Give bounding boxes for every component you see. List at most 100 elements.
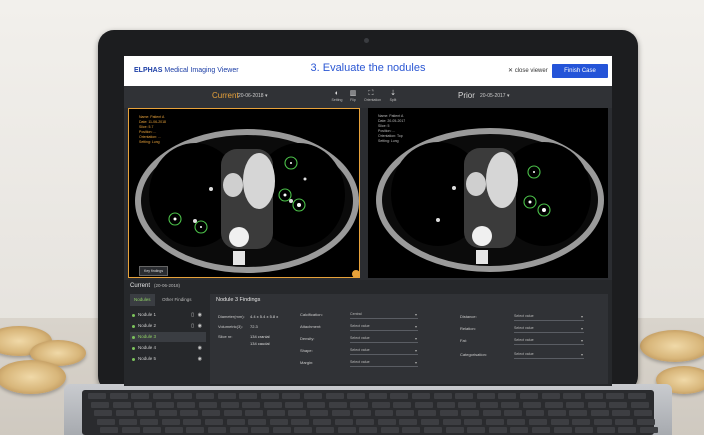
keyboard-key bbox=[482, 410, 501, 416]
current-ct-viewer[interactable]: Name: Patient A Date: 11-06-2018 Slice: … bbox=[128, 108, 360, 278]
eye-icon[interactable]: ◉ bbox=[198, 343, 202, 353]
findings-panel: Current (20-06-2018) Nodules Other Findin… bbox=[124, 280, 612, 386]
prior-scan-overlay: Name: Patient A Date: 20-05-2017 Slice: … bbox=[378, 114, 406, 143]
keyboard-key bbox=[467, 427, 486, 433]
keyboard-key bbox=[637, 418, 655, 425]
contrast-icon: ◐ bbox=[334, 90, 340, 97]
keyboard-key bbox=[541, 393, 560, 399]
keyboard-key bbox=[566, 401, 585, 408]
keyboard-key bbox=[461, 410, 480, 416]
keyboard-key bbox=[112, 401, 131, 408]
keyboard-key bbox=[606, 393, 625, 399]
categorisation-label: Categorisation: bbox=[460, 352, 487, 357]
attachment-select[interactable]: Select value ▾ bbox=[350, 323, 418, 331]
app-header: ELPHAS Medical Imaging Viewer 3. Evaluat… bbox=[124, 56, 612, 86]
split-tool[interactable]: ⇣ Split bbox=[386, 89, 400, 102]
keyboard-key bbox=[523, 401, 541, 408]
setting-tool[interactable]: ◐ Setting bbox=[330, 89, 344, 102]
flip-tool[interactable]: ▥ Flip bbox=[346, 89, 360, 102]
keyboard-key bbox=[91, 401, 109, 408]
trash-icon[interactable]: ▯ bbox=[191, 321, 194, 331]
chevron-down-icon: ▾ bbox=[580, 314, 583, 319]
keyboard-key bbox=[260, 393, 279, 399]
tab-nodules[interactable]: Nodules bbox=[130, 294, 155, 306]
attachment-label: Attachment: bbox=[300, 324, 322, 329]
keyboard-key bbox=[334, 418, 353, 425]
keyboard-key bbox=[248, 418, 267, 425]
status-dot bbox=[132, 358, 135, 361]
keyboard-key bbox=[109, 393, 128, 399]
panel-tabs: Nodules Other Findings bbox=[130, 294, 204, 306]
close-viewer-button[interactable]: ✕ close viewer bbox=[508, 67, 548, 74]
keyboard-key bbox=[307, 401, 325, 408]
keyboard-key bbox=[488, 427, 507, 433]
eye-icon[interactable]: ◉ bbox=[198, 354, 202, 364]
margin-select[interactable]: Select value ▾ bbox=[350, 359, 418, 367]
keyboard-key bbox=[294, 427, 313, 433]
keyboard-key bbox=[507, 418, 526, 425]
eye-icon[interactable]: ◉ bbox=[198, 321, 202, 331]
keyboard-key bbox=[291, 418, 310, 425]
keyboard-key bbox=[202, 410, 220, 416]
keyboard-key bbox=[242, 401, 261, 408]
prior-date-dropdown[interactable]: 20-05-2017 ▾ bbox=[480, 93, 509, 99]
chevron-down-icon: ▾ bbox=[580, 338, 583, 343]
keyboard-key bbox=[220, 401, 239, 408]
keyboard-key bbox=[424, 427, 442, 433]
keyboard-key bbox=[325, 393, 344, 399]
keyboard-key bbox=[399, 418, 418, 425]
slice-label: Slice nr: bbox=[218, 334, 233, 339]
viewer-toolbar: Current 20-06-2018 ▾ ◐ Setting ▥ Flip ⛶ Ori… bbox=[124, 86, 612, 108]
keyboard-key bbox=[217, 393, 236, 399]
keyboard-key bbox=[612, 410, 631, 416]
finish-case-button[interactable]: Finish Case bbox=[552, 64, 608, 78]
status-dot bbox=[132, 336, 135, 339]
current-date-dropdown[interactable]: 20-06-2018 ▾ bbox=[238, 93, 267, 99]
keyboard-key bbox=[140, 418, 159, 425]
prior-study-label: Prior bbox=[458, 91, 475, 100]
keyboard-key bbox=[498, 393, 517, 399]
shape-label: Shape: bbox=[300, 348, 313, 353]
nodule-list-item[interactable]: Nodule 5 ◉ bbox=[130, 354, 206, 364]
keyboard-key bbox=[368, 393, 387, 399]
orientation-tool[interactable]: ⛶ Orientation bbox=[364, 89, 381, 102]
keyboard-key bbox=[374, 410, 393, 416]
link-icon[interactable] bbox=[352, 270, 359, 277]
chevron-down-icon: ▾ bbox=[580, 326, 583, 331]
prior-ct-viewer[interactable]: Name: Patient A Date: 20-05-2017 Slice: … bbox=[368, 108, 608, 278]
nodule-list-item[interactable]: Nodule 2 ▯ ◉ bbox=[130, 321, 206, 331]
trash-icon[interactable]: ▯ bbox=[191, 310, 194, 320]
keyboard-key bbox=[393, 401, 412, 408]
fat-select[interactable]: Select value ▾ bbox=[514, 337, 584, 345]
keyboard-key bbox=[504, 410, 523, 416]
keyboard-key bbox=[205, 418, 223, 425]
panel-title: Current (20-06-2018) bbox=[130, 283, 181, 289]
nodule-list-item-selected[interactable]: Nodule 3 bbox=[130, 332, 206, 342]
keyboard-key bbox=[510, 427, 529, 433]
relation-select[interactable]: Select value ▾ bbox=[514, 325, 584, 333]
keyboard-key bbox=[584, 393, 603, 399]
keyboard-key bbox=[390, 393, 409, 399]
tab-other-findings[interactable]: Other Findings bbox=[158, 294, 196, 306]
nodule-list-item[interactable]: Nodule 1 ▯ ◉ bbox=[130, 310, 206, 320]
keyboard-key bbox=[226, 418, 245, 425]
calcification-select[interactable]: Central ▾ bbox=[350, 311, 418, 319]
keyboard-key bbox=[208, 427, 226, 433]
volume-label: Volumetric(3): bbox=[218, 324, 243, 329]
keyboard-key bbox=[634, 410, 652, 416]
keyboard-key bbox=[251, 427, 270, 433]
eye-icon[interactable]: ◉ bbox=[198, 310, 202, 320]
key-findings-button[interactable]: Key findings bbox=[139, 266, 169, 276]
wood-slice bbox=[640, 330, 704, 362]
distance-select[interactable]: Select value ▾ bbox=[514, 313, 584, 321]
flip-icon: ▥ bbox=[349, 90, 357, 97]
keyboard-key bbox=[353, 410, 372, 416]
density-select[interactable]: Select value ▾ bbox=[350, 335, 418, 343]
shape-select[interactable]: Select value ▾ bbox=[350, 347, 418, 355]
current-study-label: Current bbox=[212, 91, 239, 100]
keyboard-key bbox=[88, 393, 106, 399]
categorisation-select[interactable]: Select value ▾ bbox=[514, 351, 584, 359]
nodule-list-item[interactable]: Nodule 4 ◉ bbox=[130, 343, 206, 353]
keyboard-key bbox=[550, 418, 569, 425]
keyboard-key bbox=[331, 410, 350, 416]
